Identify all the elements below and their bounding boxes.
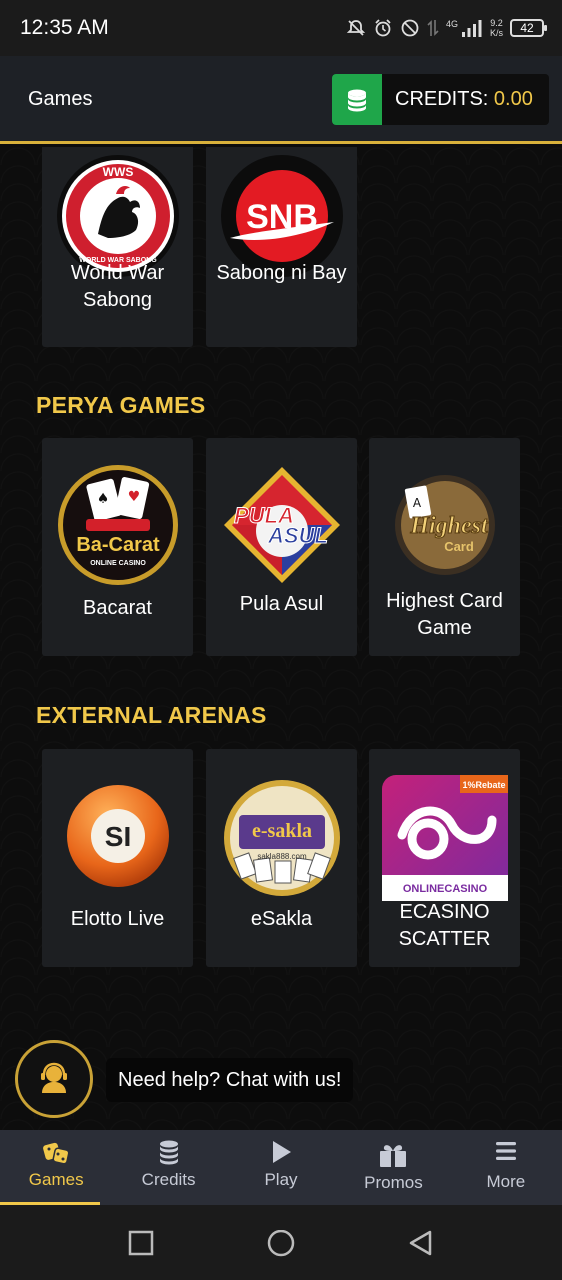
- battery-icon: 42: [510, 19, 547, 37]
- section-title-perya: PERYA GAMES: [36, 392, 206, 418]
- game-label: Bacarat: [83, 597, 152, 619]
- svg-text:♥: ♥: [127, 489, 140, 505]
- pula-asul-logo: PULA ASUL: [223, 467, 340, 583]
- game-label: Highest Card Game: [386, 590, 503, 639]
- credits-display: CREDITS: 0.00: [382, 88, 533, 111]
- credits-value: 0.00: [493, 88, 533, 110]
- game-card-ecasino-scatter[interactable]: ONLINECASINO 1%Rebate ECASINO SCATTER: [369, 749, 520, 967]
- net-speed-unit: K/s: [489, 28, 503, 38]
- esakla-logo-text: e-sakla: [252, 820, 312, 842]
- game-label: Pula Asul: [239, 593, 324, 615]
- nav-item-more[interactable]: More: [450, 1130, 562, 1205]
- signal-icon: [461, 20, 482, 37]
- highest-logo-subtext: Card: [444, 539, 474, 554]
- data-transfer-icon: [427, 20, 439, 36]
- dice-icon: [43, 1142, 70, 1165]
- nav-label: Games: [28, 1170, 84, 1189]
- games-content[interactable]: WWS WORLD WAR SABONG World War Sabong SN…: [0, 147, 562, 1130]
- ecasino-rebate-badge: 1%Rebate: [462, 780, 505, 790]
- snb-logo-text: SNB: [246, 198, 318, 236]
- support-agent-icon: [41, 1062, 67, 1093]
- do-not-disturb-icon: [401, 19, 419, 37]
- credits-button[interactable]: CREDITS: 0.00: [332, 74, 549, 125]
- nav-label: More: [486, 1172, 526, 1191]
- status-icons: 4G 9.2 K/s 42: [346, 14, 547, 42]
- ecasino-scatter-logo: ONLINECASINO 1%Rebate: [381, 775, 508, 901]
- game-card-esakla[interactable]: e-sakla sakla888.com eSakla: [206, 749, 357, 967]
- nav-label: Credits: [141, 1170, 196, 1189]
- game-label: ECASINO SCATTER: [398, 901, 491, 950]
- game-label: Sabong ni Bay: [216, 262, 347, 284]
- network-type: 4G: [445, 19, 458, 29]
- svg-text:♠: ♠: [96, 491, 109, 507]
- esakla-logo-subtext: sakla888.com: [257, 852, 307, 861]
- highest-card-logo: A Highest Card: [394, 475, 495, 575]
- system-navigation-bar: [0, 1205, 562, 1280]
- ecasino-logo-text: ONLINECASINO: [402, 883, 487, 895]
- chat-prompt[interactable]: Need help? Chat with us!: [106, 1058, 354, 1102]
- bacarat-logo: ♠ ♥ Ba-Carat ONLINE CASINO: [57, 465, 178, 585]
- game-label: eSakla: [250, 908, 313, 930]
- game-card-highest-card[interactable]: A Highest Card Highest Card Game: [369, 438, 520, 656]
- bacarat-logo-text: Ba-Carat: [76, 534, 160, 556]
- chat-support-button[interactable]: [15, 1040, 93, 1118]
- home-icon[interactable]: [266, 1230, 296, 1260]
- menu-icon: [495, 1142, 516, 1160]
- nav-item-play[interactable]: Play: [225, 1130, 337, 1205]
- recent-apps-icon[interactable]: [128, 1230, 154, 1256]
- game-card-world-war-sabong[interactable]: WWS WORLD WAR SABONG World War Sabong: [42, 147, 193, 347]
- status-time: 12:35 AM: [20, 16, 109, 39]
- page-title: Games: [28, 88, 93, 110]
- coins-icon: [332, 74, 382, 125]
- section-title-external: EXTERNAL ARENAS: [36, 702, 267, 728]
- game-card-elotto-live[interactable]: SI Elotto Live: [42, 749, 193, 967]
- app-header: Games CREDITS: 0.00: [0, 56, 562, 144]
- play-icon: [273, 1141, 292, 1163]
- game-label: Elotto Live: [70, 908, 165, 930]
- game-label: World War Sabong: [70, 262, 165, 311]
- alarm-icon: [375, 19, 391, 37]
- svg-text:A: A: [412, 496, 421, 510]
- bottom-nav: Games Credits Play Promos More: [0, 1130, 562, 1205]
- battery-level: 42: [520, 21, 534, 35]
- elotto-logo-text: SI: [104, 821, 130, 852]
- net-speed-value: 9.2: [490, 18, 503, 28]
- elotto-live-logo: SI: [66, 785, 169, 887]
- notifications-off-icon: [346, 20, 366, 36]
- nav-item-promos[interactable]: Promos: [337, 1130, 449, 1205]
- esakla-logo: e-sakla sakla888.com: [223, 780, 340, 896]
- credits-label: CREDITS:: [395, 88, 494, 110]
- coins-icon: [159, 1140, 178, 1165]
- bacarat-logo-subtext: ONLINE CASINO: [90, 560, 146, 567]
- game-card-bacarat[interactable]: ♠ ♥ Ba-Carat ONLINE CASINO Bacarat: [42, 438, 193, 656]
- asul-logo-text: ASUL: [267, 523, 328, 548]
- status-bar: 12:35 AM 4G 9.2 K/s 42: [0, 0, 562, 56]
- nav-label: Play: [264, 1170, 298, 1189]
- wws-logo-text: WWS: [102, 165, 133, 179]
- gift-icon: [380, 1145, 407, 1167]
- nav-item-credits[interactable]: Credits: [112, 1130, 224, 1205]
- game-card-pula-asul[interactable]: PULA ASUL Pula Asul: [206, 438, 357, 656]
- back-icon[interactable]: [408, 1230, 434, 1256]
- game-card-sabong-ni-bay[interactable]: SNB Sabong ni Bay: [206, 147, 357, 347]
- net-speed: 9.2 K/s: [490, 18, 503, 38]
- nav-item-games[interactable]: Games: [0, 1130, 112, 1205]
- highest-logo-text: Highest: [409, 513, 489, 539]
- nav-label: Promos: [364, 1173, 423, 1192]
